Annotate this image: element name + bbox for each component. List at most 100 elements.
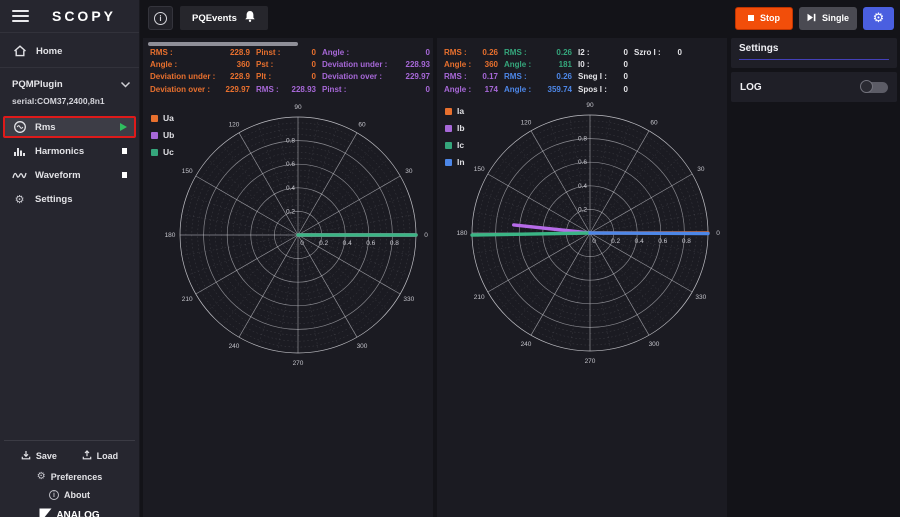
svg-text:210: 210 <box>474 294 485 301</box>
svg-text:30: 30 <box>405 168 413 175</box>
tool-list: Rms Harmonics Waveform ⚙ Settings <box>0 114 139 212</box>
preferences-button[interactable]: ⚙ Preferences <box>33 469 107 485</box>
stat-row: RMS :228.9 <box>150 48 250 57</box>
toggle-knob <box>860 80 873 93</box>
stopped-square-icon[interactable] <box>122 172 128 178</box>
svg-text:180: 180 <box>457 230 468 237</box>
gear-icon: ⚙ <box>37 472 46 482</box>
svg-text:150: 150 <box>474 166 485 173</box>
sidebar-item-home[interactable]: Home <box>0 37 139 65</box>
stat-row: Deviation over :229.97 <box>150 85 250 94</box>
stat-row: Deviation over :229.97 <box>322 72 430 81</box>
legend-swatch <box>151 115 158 122</box>
sidebar-item-waveform[interactable]: Waveform <box>3 164 136 186</box>
stat-row: Deviation under :228.9 <box>150 72 250 81</box>
stat-row: Pst :0 <box>256 60 316 69</box>
scopy-app: SCOPY Home PQMPlugin serial:COM37,2400,8… <box>0 0 900 517</box>
running-play-icon[interactable] <box>120 123 127 131</box>
sidebar-header: SCOPY <box>0 0 139 33</box>
stat-row: Angle :181 <box>504 60 572 69</box>
stop-square-icon <box>748 15 754 21</box>
sidebar-item-harmonics[interactable]: Harmonics <box>3 140 136 162</box>
single-button[interactable]: Single <box>799 7 857 30</box>
legend-swatch <box>151 149 158 156</box>
svg-text:0.4: 0.4 <box>578 183 587 190</box>
content-area: RMS :228.9 Angle :360 Deviation under :228… <box>140 36 900 517</box>
svg-text:300: 300 <box>357 343 368 350</box>
info-icon: i <box>154 12 167 25</box>
svg-text:90: 90 <box>586 102 594 109</box>
stat-row: RMS :228.93 <box>256 85 316 94</box>
svg-text:60: 60 <box>358 121 366 128</box>
sidebar-item-rms[interactable]: Rms <box>3 116 136 138</box>
tool-label: Waveform <box>35 170 81 181</box>
phasor-In <box>590 233 708 234</box>
gear-icon: ⚙ <box>873 12 885 25</box>
sidebar-footer: Save Load ⚙ Preferences i About <box>0 440 139 517</box>
legend-swatch <box>445 108 452 115</box>
svg-text:210: 210 <box>182 296 193 303</box>
stopped-square-icon[interactable] <box>122 148 128 154</box>
run-controls: Stop Single ⚙ <box>735 7 894 30</box>
stat-row: RMS :0.26 <box>504 72 572 81</box>
harmonics-icon <box>12 145 27 157</box>
stat-row: RMS :0.17 <box>444 72 498 81</box>
stat-row: RMS :0.26 <box>504 48 572 57</box>
voltage-polar-chart: 03060901201501802102402703003300.20.40.6… <box>163 100 433 370</box>
stat-row: Spos I :0 <box>578 85 628 94</box>
load-button[interactable]: Load <box>78 447 123 465</box>
svg-text:270: 270 <box>585 358 596 365</box>
svg-text:0.2: 0.2 <box>319 240 328 247</box>
phasor-Ic <box>472 233 590 235</box>
stat-row: Pinst :0 <box>322 85 430 94</box>
svg-text:0: 0 <box>424 232 428 239</box>
stop-button[interactable]: Stop <box>735 7 793 30</box>
svg-text:0.6: 0.6 <box>366 240 375 247</box>
app-logo: SCOPY <box>39 8 129 24</box>
brand-label: ANALOG <box>56 510 99 517</box>
svg-text:0.6: 0.6 <box>578 159 587 166</box>
log-section: LOG <box>731 72 897 102</box>
svg-text:0.4: 0.4 <box>286 185 295 192</box>
save-icon <box>21 450 31 462</box>
svg-text:0.8: 0.8 <box>578 136 587 143</box>
load-icon <box>82 450 92 462</box>
right-settings-column: Settings LOG <box>731 38 897 517</box>
tab-pqevents[interactable]: PQEvents <box>180 6 268 30</box>
horizontal-scrollbar[interactable] <box>148 42 298 46</box>
svg-text:90: 90 <box>294 104 302 111</box>
svg-text:30: 30 <box>697 166 705 173</box>
tab-label: PQEvents <box>192 13 237 24</box>
settings-section: Settings <box>731 38 897 68</box>
stat-row: I2 :0 <box>578 48 628 57</box>
info-button[interactable]: i <box>148 6 173 30</box>
svg-text:150: 150 <box>182 168 193 175</box>
stat-row: Angle :0 <box>322 48 430 57</box>
plugin-header[interactable]: PQMPlugin serial:COM37,2400,8n1 <box>0 67 139 110</box>
rms-current-panel: RMS :0.26Angle :360RMS :0.17Angle :174RM… <box>437 38 727 517</box>
menu-icon[interactable] <box>10 8 31 25</box>
current-stats: RMS :0.26Angle :360RMS :0.17Angle :174RM… <box>444 48 682 94</box>
svg-text:0.6: 0.6 <box>286 161 295 168</box>
save-button[interactable]: Save <box>17 447 61 465</box>
stat-row: Angle :360 <box>444 60 498 69</box>
tool-label: Settings <box>35 194 72 205</box>
log-toggle[interactable] <box>861 82 888 93</box>
gear-icon: ⚙ <box>12 194 27 205</box>
current-polar-chart: 03060901201501802102402703003300.20.40.6… <box>455 98 725 368</box>
sidebar-item-settings[interactable]: ⚙ Settings <box>3 188 136 210</box>
stat-row: I0 :0 <box>578 60 628 69</box>
svg-text:60: 60 <box>650 119 658 126</box>
general-settings-button[interactable]: ⚙ <box>863 7 894 30</box>
svg-text:0.4: 0.4 <box>343 240 352 247</box>
stat-row: Szro I :0 <box>634 48 682 57</box>
about-button[interactable]: i About <box>45 487 94 503</box>
plugin-serial: serial:COM37,2400,8n1 <box>12 96 131 106</box>
sidebar: SCOPY Home PQMPlugin serial:COM37,2400,8… <box>0 0 140 517</box>
svg-text:180: 180 <box>165 232 176 239</box>
divider <box>4 440 135 441</box>
stat-row: Angle :359.74 <box>504 85 572 94</box>
svg-text:240: 240 <box>521 341 532 348</box>
analog-devices-brand: ANALOG <box>0 508 139 517</box>
chevron-down-icon[interactable] <box>120 75 131 93</box>
